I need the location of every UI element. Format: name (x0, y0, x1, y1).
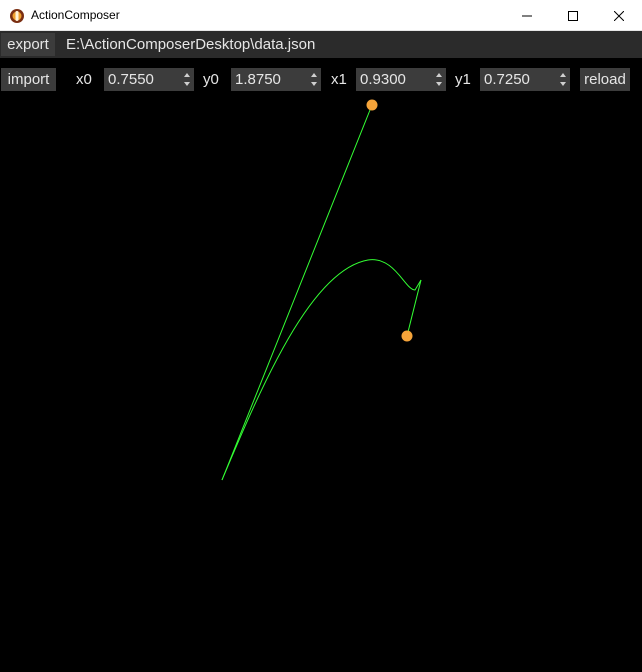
import-button[interactable]: import (1, 68, 56, 91)
y1-spinbox[interactable]: 0.7250 (480, 68, 570, 91)
x1-value: 0.9300 (360, 71, 406, 88)
control-point-handle-1[interactable] (401, 330, 413, 342)
export-button[interactable]: export (1, 33, 55, 56)
close-icon (614, 10, 624, 21)
y1-value: 0.7250 (484, 71, 530, 88)
x1-label: x1 (331, 71, 347, 88)
x0-label: x0 (76, 71, 92, 88)
minimize-icon (522, 15, 532, 16)
spin-arrows-icon[interactable] (309, 70, 319, 89)
control-point-handle-0[interactable] (366, 99, 378, 111)
tangent-line-end (406, 279, 422, 337)
y0-spinbox[interactable]: 1.8750 (231, 68, 321, 91)
file-path-text: E:\ActionComposerDesktop\data.json (66, 36, 316, 53)
curve-canvas[interactable] (0, 92, 642, 672)
maximize-button[interactable] (550, 0, 596, 31)
spin-arrows-icon[interactable] (182, 70, 192, 89)
x0-spinbox[interactable]: 0.7550 (104, 68, 194, 91)
x1-spinbox[interactable]: 0.9300 (356, 68, 446, 91)
spin-arrows-icon[interactable] (434, 70, 444, 89)
reload-button[interactable]: reload (580, 68, 630, 91)
maximize-icon (568, 10, 578, 21)
app-logo-icon (10, 9, 24, 23)
bezier-curve (221, 259, 422, 481)
x0-value: 0.7550 (108, 71, 154, 88)
close-button[interactable] (596, 0, 642, 31)
y0-label: y0 (203, 71, 219, 88)
y0-value: 1.8750 (235, 71, 281, 88)
window-title: ActionComposer (31, 8, 120, 22)
y1-label: y1 (455, 71, 471, 88)
tangent-line-start (221, 104, 373, 481)
title-bar: ActionComposer (0, 0, 642, 31)
minimize-button[interactable] (504, 0, 550, 31)
spin-arrows-icon[interactable] (558, 70, 568, 89)
